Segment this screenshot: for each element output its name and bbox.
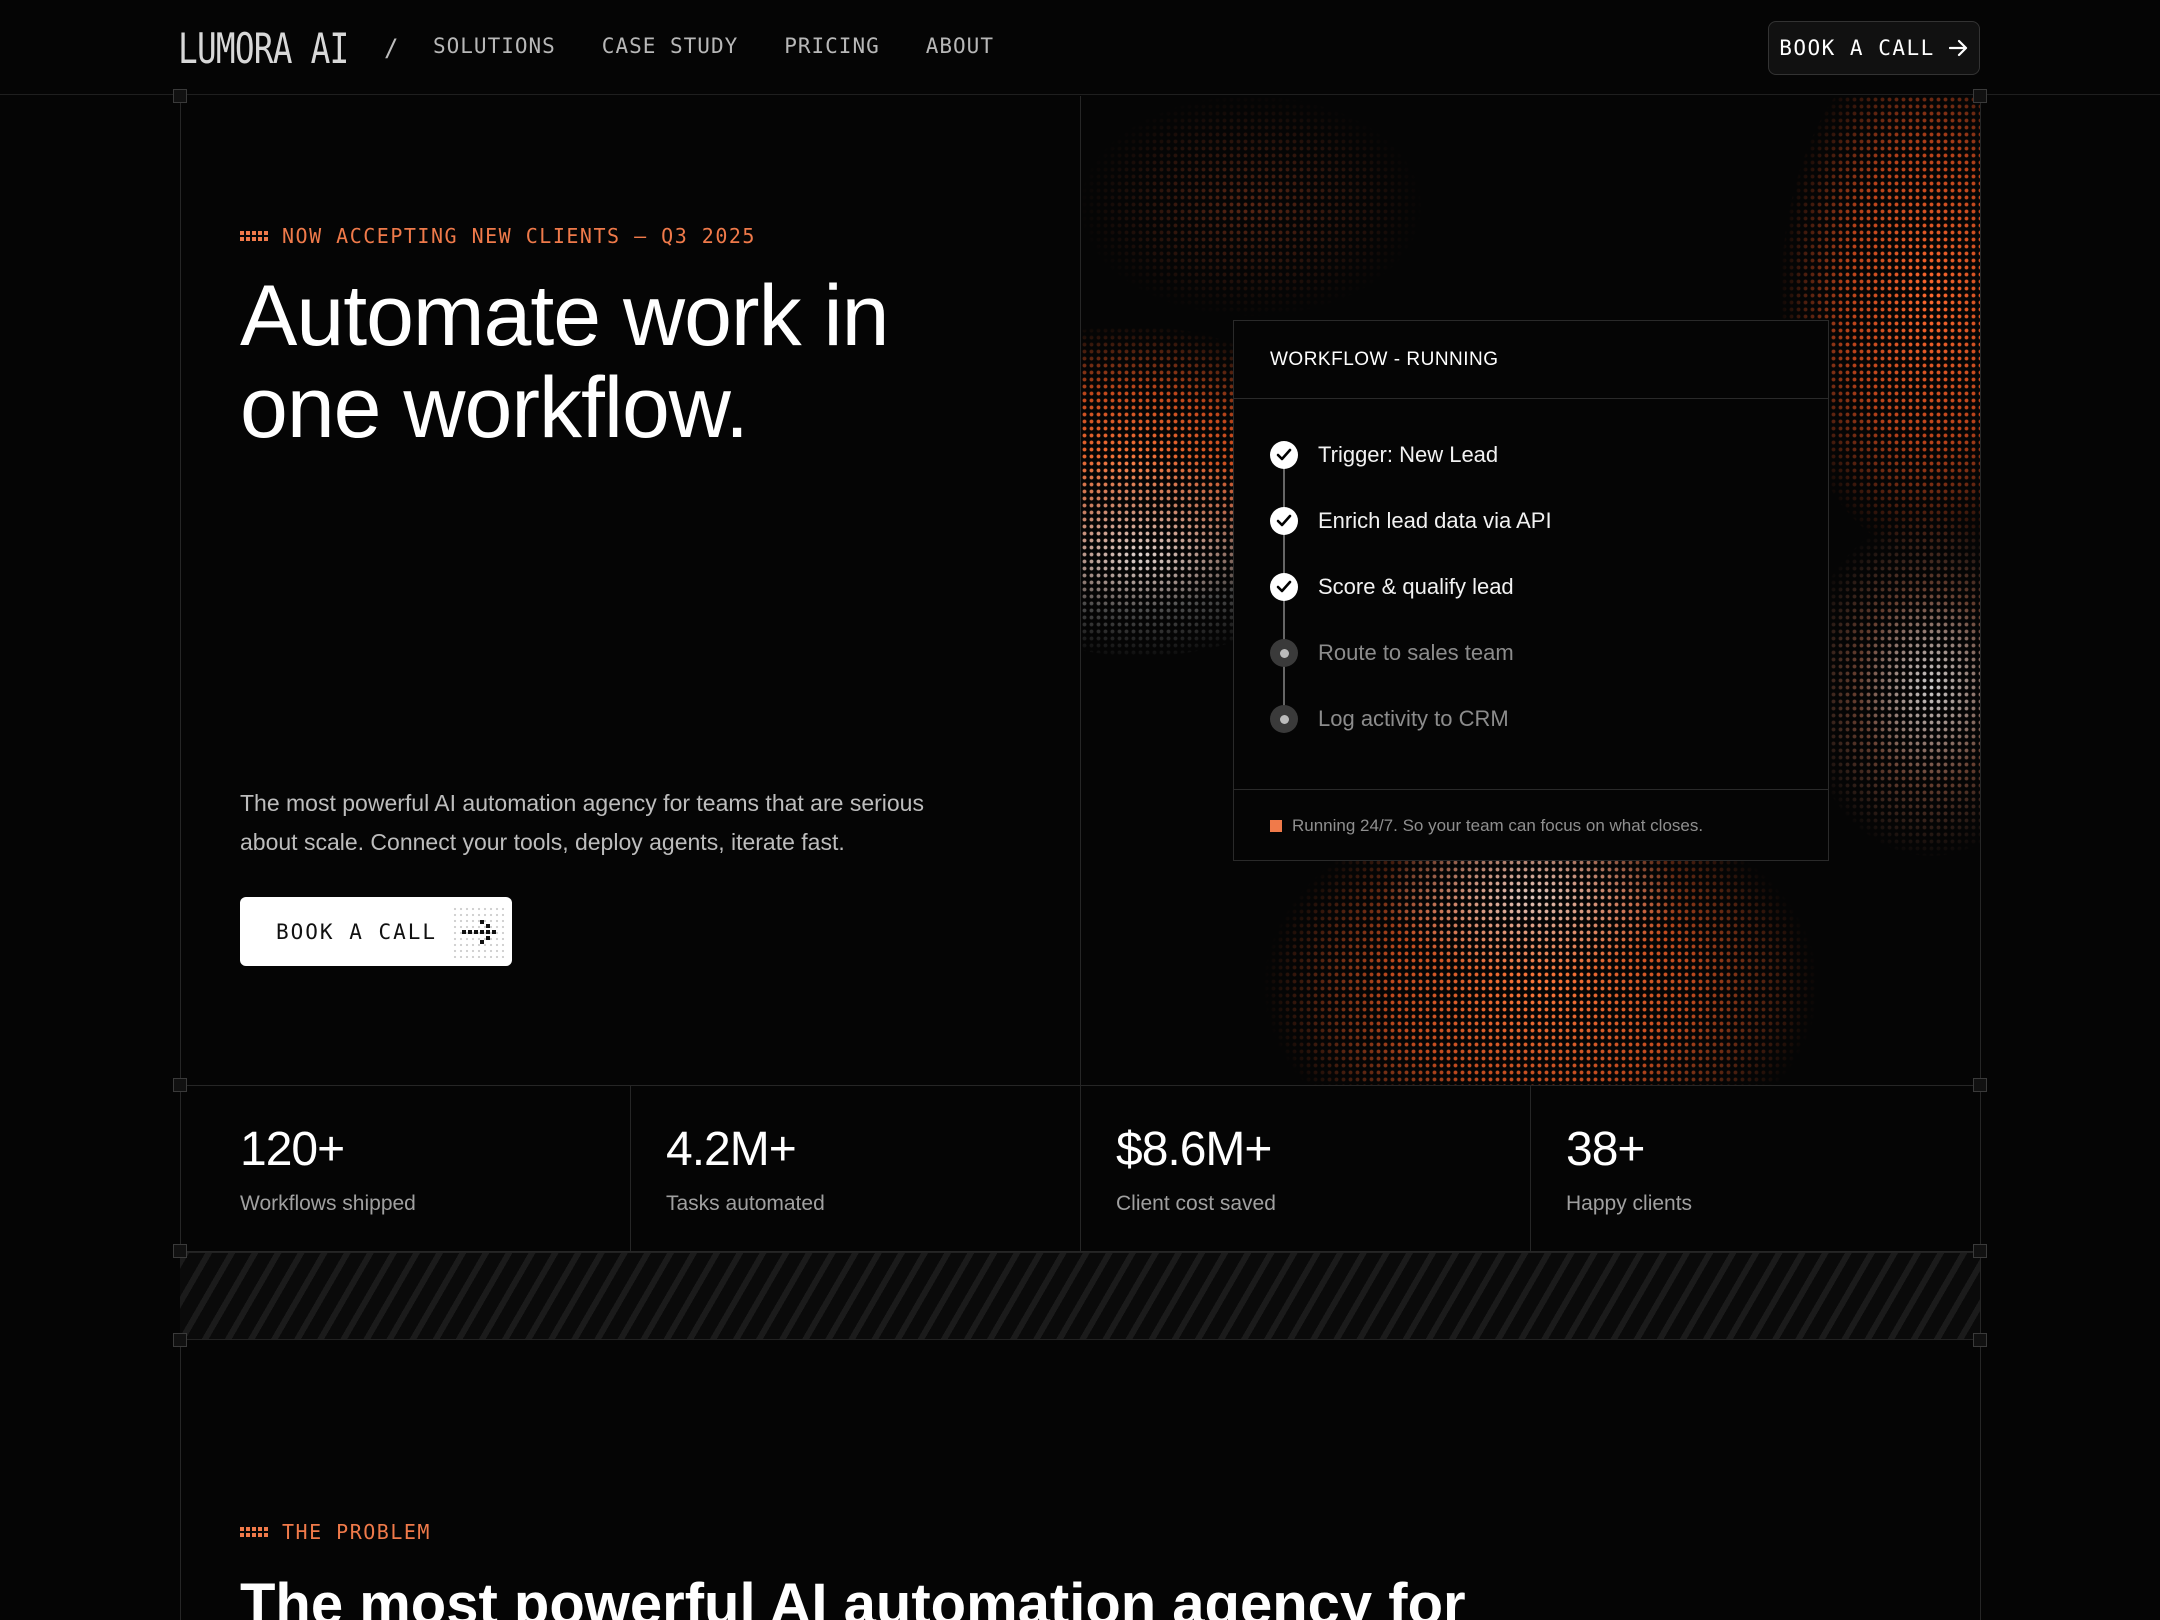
dots-icon — [240, 1527, 268, 1537]
nav-links: SOLUTIONS CASE STUDY PRICING ABOUT — [433, 34, 994, 58]
hero-subtitle: The most powerful AI automation agency f… — [240, 790, 924, 855]
workflow-step: Enrich lead data via API — [1270, 488, 1828, 554]
workflow-step-label: Route to sales team — [1318, 640, 1514, 665]
workflow-step: Log activity to CRM — [1270, 686, 1828, 752]
corner-marker — [173, 1333, 187, 1347]
hero-eyebrow: NOW ACCEPTING NEW CLIENTS — Q3 2025 — [240, 224, 756, 248]
nav-link-about[interactable]: ABOUT — [926, 34, 994, 58]
workflow-header: WORKFLOW - RUNNING — [1234, 321, 1828, 399]
corner-marker — [1973, 1078, 1987, 1092]
dots-icon — [240, 231, 268, 241]
stat-label: Workflows shipped — [240, 1192, 416, 1215]
workflow-step-label: Trigger: New Lead — [1318, 442, 1499, 467]
corner-marker — [1973, 1333, 1987, 1347]
workflow-step-label: Log activity to CRM — [1318, 706, 1509, 731]
workflow-step-label: Score & qualify lead — [1318, 574, 1514, 599]
hero-title-line1: Automate work in — [240, 268, 889, 364]
corner-marker — [173, 1244, 187, 1258]
stat-divider — [630, 1086, 631, 1251]
workflow-step: Score & qualify lead — [1270, 554, 1828, 620]
hero-book-call-button[interactable]: BOOK A CALL — [240, 897, 512, 966]
logo[interactable]: LUMORA AI — [178, 24, 349, 73]
stat-label: Client cost saved — [1116, 1192, 1276, 1215]
hero-book-call-label: BOOK A CALL — [276, 919, 438, 944]
top-nav: LUMORA AI / SOLUTIONS CASE STUDY PRICING… — [0, 0, 2160, 95]
stat-value: 4.2M+ — [666, 1123, 797, 1176]
status-square-icon — [1270, 819, 1282, 832]
stat-label: Tasks automated — [666, 1192, 825, 1215]
workflow-step: Trigger: New Lead — [1270, 422, 1828, 488]
pixel-arrow-icon — [452, 905, 504, 958]
workflow-steps: Trigger: New Lead Enrich lead data via A… — [1234, 399, 1828, 752]
workflow-footer-text: Running 24/7. So your team can focus on … — [1292, 815, 1704, 835]
stat-value: 120+ — [240, 1123, 345, 1176]
pending-dot-icon — [1270, 639, 1298, 667]
hero-eyebrow-text: NOW ACCEPTING NEW CLIENTS — Q3 2025 — [282, 224, 756, 248]
nav-book-call-label: BOOK A CALL — [1779, 36, 1935, 60]
nav-link-pricing[interactable]: PRICING — [784, 34, 880, 58]
hero-title: Automate work in one workflow. — [240, 270, 1060, 454]
workflow-card: WORKFLOW - RUNNING Trigger: New Lead Enr… — [1233, 320, 1829, 861]
check-circle-icon — [1270, 573, 1298, 601]
nav-book-call-button[interactable]: BOOK A CALL — [1768, 21, 1980, 75]
corner-marker — [1973, 1244, 1987, 1258]
workflow-step: Route to sales team — [1270, 620, 1828, 686]
stripe-divider — [180, 1252, 1980, 1340]
frame-line-left — [180, 96, 181, 1620]
arrow-right-icon — [1948, 39, 1967, 57]
stat-divider — [1080, 1086, 1081, 1251]
logo-separator: / — [384, 34, 399, 62]
workflow-step-label: Enrich lead data via API — [1318, 508, 1552, 533]
stat-divider — [1530, 1086, 1531, 1251]
hero-title-line2: one workflow. — [240, 360, 749, 456]
check-circle-icon — [1270, 507, 1298, 535]
problem-eyebrow-text: THE PROBLEM — [282, 1520, 431, 1544]
pending-dot-icon — [1270, 705, 1298, 733]
nav-link-solutions[interactable]: SOLUTIONS — [433, 34, 556, 58]
check-circle-icon — [1270, 441, 1298, 469]
corner-marker — [173, 1078, 187, 1092]
problem-eyebrow: THE PROBLEM — [240, 1520, 431, 1544]
workflow-footer: Running 24/7. So your team can focus on … — [1234, 789, 1828, 861]
problem-title: The most powerful AI automation agency f… — [240, 1572, 1466, 1620]
stat-value: $8.6M+ — [1116, 1123, 1272, 1176]
nav-link-case-study[interactable]: CASE STUDY — [602, 34, 738, 58]
frame-line-right — [1980, 96, 1981, 1620]
stat-value: 38+ — [1566, 1123, 1645, 1176]
corner-marker — [173, 89, 187, 103]
corner-marker — [1973, 89, 1987, 103]
stat-label: Happy clients — [1566, 1192, 1693, 1215]
